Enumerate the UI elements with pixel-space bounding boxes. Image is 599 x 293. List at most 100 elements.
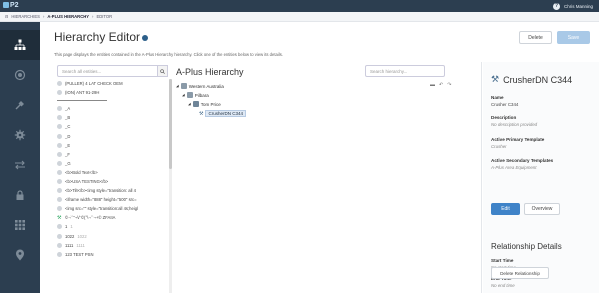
save-button[interactable]: Save	[557, 31, 590, 44]
map-pin-icon	[16, 249, 24, 261]
list-item[interactable]: _A	[57, 104, 169, 113]
list-item[interactable]: <img src="" style="transition:all 4s;hei…	[57, 204, 169, 213]
hierarchy-icon	[14, 39, 26, 50]
entity-label: _D	[65, 133, 71, 139]
entity-icon	[57, 106, 62, 112]
gear-icon	[14, 129, 26, 141]
expand-triangle-icon[interactable]: ◢	[176, 84, 179, 88]
secondary-templates-label: Active Secondary Templates	[491, 158, 554, 163]
list-item[interactable]: 1111 1111	[57, 241, 169, 250]
list-item[interactable]: 123 TEST PSN	[57, 250, 169, 259]
tree-node[interactable]: ◢ Tom Price	[188, 101, 221, 107]
expand-triangle-icon[interactable]: ◢	[188, 102, 191, 106]
tree-node[interactable]: ◢ Western Australia	[176, 83, 224, 89]
entity-icon	[57, 124, 62, 130]
entity-label: _G	[65, 160, 71, 166]
entity-sublabel: 1111	[76, 242, 85, 248]
region-icon	[186, 92, 193, 98]
tree-node[interactable]: ◢ Pilbara	[182, 92, 209, 98]
tools-icon	[15, 101, 24, 110]
panel-divider	[481, 62, 482, 293]
list-item[interactable]: ⚒ ©¬``"¬\/¨©(°\¬``¬+© ZFAIIA	[57, 213, 169, 222]
entity-icon	[57, 242, 62, 248]
collapse-icon[interactable]: ▬	[430, 82, 435, 88]
equipment-icon: ⚒	[57, 215, 62, 222]
entity-label: _C	[65, 124, 71, 130]
nav-tools[interactable]	[0, 90, 40, 120]
delete-button[interactable]: Delete	[519, 31, 552, 44]
app-logo[interactable]: P2	[3, 1, 21, 11]
edit-button[interactable]: Edit	[491, 203, 520, 215]
entity-icon	[57, 188, 62, 194]
entity-label: (ION) ANT 91-29H	[65, 90, 100, 96]
entity-icon	[57, 160, 62, 166]
detail-panel: ⚒ CrusherDN C344 Name Crusher C344 Descri…	[483, 62, 599, 293]
entity-icon	[57, 133, 62, 139]
entity-icon	[57, 81, 62, 87]
entity-label: (PULLER) 4 LAT CHECK OEM	[65, 81, 123, 87]
tree-toolbar: ▬ ↶ ↷	[430, 82, 451, 88]
detail-title: ⚒ CrusherDN C344	[491, 74, 572, 85]
tree-node-label: CrusherDN C344	[205, 110, 246, 117]
nav-hierarchy[interactable]	[0, 30, 40, 60]
entity-search-input[interactable]: Search all entities...	[57, 65, 167, 77]
nav-transfer[interactable]	[0, 150, 40, 180]
entity-label: <b>Bold Text</b>	[65, 169, 98, 175]
settings-gear-icon[interactable]	[142, 34, 149, 41]
undo-icon[interactable]: ↶	[439, 82, 443, 88]
page-title: Hierarchy Editor	[54, 30, 149, 44]
breadcrumb-editor: EDITOR	[96, 14, 113, 19]
relationship-title: Relationship Details	[491, 242, 562, 251]
top-bar: P2 ? Chris Manning	[0, 0, 599, 12]
nav-settings[interactable]	[0, 120, 40, 150]
entity-label: 1022	[65, 233, 75, 239]
overview-button[interactable]: Overview	[524, 203, 560, 215]
entity-label: _F	[65, 151, 70, 157]
list-item[interactable]: _B	[57, 113, 169, 122]
entity-icon	[57, 197, 62, 203]
list-divider	[57, 100, 107, 102]
page-title-text: Hierarchy Editor	[54, 30, 141, 44]
list-item[interactable]: <b>Tilt</b><img style="transition: all 4	[57, 186, 169, 195]
list-item[interactable]: 1022 1022	[57, 232, 169, 241]
list-item[interactable]: _E	[57, 141, 169, 150]
start-time-label: Start Time	[491, 258, 514, 263]
breadcrumb-a-plus-hierarchy[interactable]: A-PLUS HIERARCHY	[47, 14, 89, 19]
hierarchy-search-input[interactable]: Search hierarchy...	[365, 65, 445, 77]
tree-node-selected[interactable]: ⚒ CrusherDN C344	[199, 110, 246, 117]
breadcrumb-hierarchies[interactable]: HIERARCHIES	[11, 14, 40, 19]
grid-icon	[15, 220, 25, 230]
entity-icon	[57, 233, 62, 239]
nav-circle[interactable]	[0, 60, 40, 90]
list-item[interactable]: 11	[57, 222, 169, 231]
nav-location[interactable]	[0, 240, 40, 270]
list-item[interactable]: _F	[57, 150, 169, 159]
entity-icon	[57, 142, 62, 148]
list-item[interactable]: <b>USA TESTING</b>	[57, 177, 169, 186]
page-description: This page displays the entities containe…	[54, 52, 283, 57]
list-item[interactable]: <b>Bold Text</b>	[57, 168, 169, 177]
list-item[interactable]: (ION) ANT 91-29H	[57, 88, 169, 97]
search-button[interactable]	[157, 65, 168, 77]
nav-security[interactable]	[0, 180, 40, 210]
entity-list-scrollbar[interactable]	[169, 79, 172, 293]
swap-arrows-icon	[15, 160, 25, 170]
list-item[interactable]: _D	[57, 131, 169, 140]
list-item[interactable]: <iframe width="888" height="500" src=	[57, 195, 169, 204]
help-icon[interactable]: ?	[552, 2, 560, 10]
user-name[interactable]: Chris Manning	[564, 4, 593, 9]
list-item[interactable]: _G	[57, 159, 169, 168]
list-item[interactable]: _C	[57, 122, 169, 131]
delete-relationship-button[interactable]: Delete Relationship	[491, 267, 549, 279]
list-item[interactable]: (PULLER) 4 LAT CHECK OEM	[57, 79, 169, 88]
user-area: ? Chris Manning	[552, 0, 593, 12]
tree-node-label: Pilbara	[194, 92, 209, 98]
entity-icon	[57, 90, 62, 96]
entity-sublabel: 1022	[77, 233, 87, 239]
main-content: Hierarchy Editor Delete Save This page d…	[40, 22, 599, 293]
nav-grid[interactable]	[0, 210, 40, 240]
expand-triangle-icon[interactable]: ◢	[182, 93, 185, 97]
redo-icon[interactable]: ↷	[447, 82, 451, 88]
logo-text: P2	[10, 2, 19, 9]
scrollbar-thumb[interactable]	[169, 79, 172, 169]
